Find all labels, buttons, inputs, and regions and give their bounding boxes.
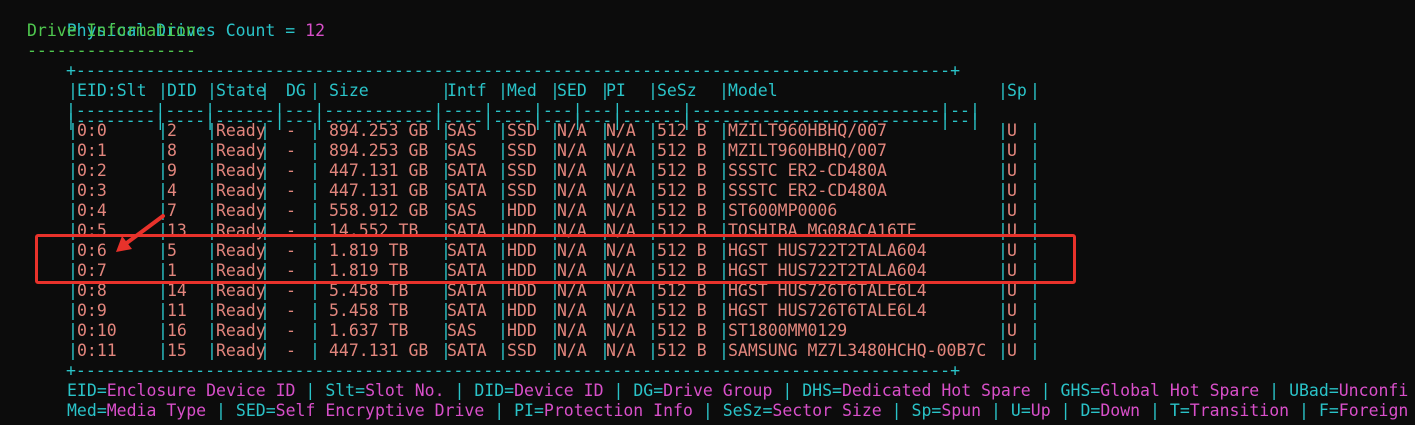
annotation-arrow [116, 214, 165, 252]
